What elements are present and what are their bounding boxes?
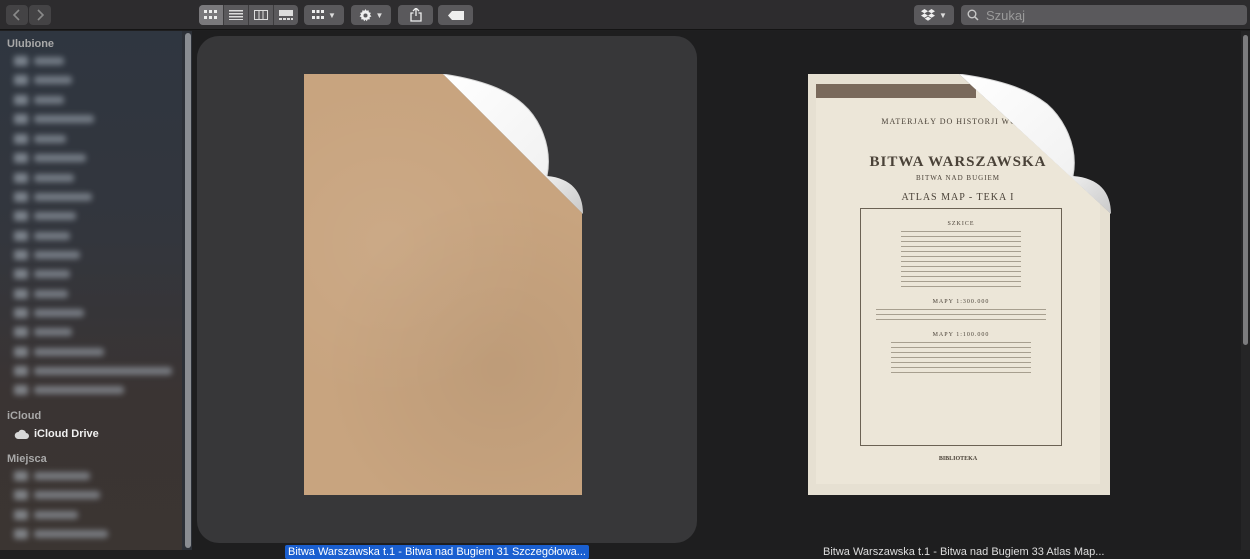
sidebar-item[interactable] [14,507,78,523]
grid-icon [204,10,217,19]
cover-box-heading: SZKICE [947,221,975,227]
page-curl-icon [443,74,583,214]
cloud-icon [14,429,29,439]
cover-contents-box: SZKICE MAPY 1:300.000 MAPY 1:100.000 [860,208,1062,446]
chevron-right-icon [37,9,45,21]
sidebar-item[interactable] [14,53,64,69]
dropbox-icon [921,9,936,21]
sidebar-heading-favorites: Ulubione [7,38,55,50]
tag-icon [447,10,464,20]
chevron-down-icon: ▼ [328,10,336,20]
sidebar-item[interactable] [14,286,68,302]
sidebar-item-label: iCloud Drive [34,428,99,440]
main-scrollbar[interactable] [1243,35,1248,345]
chevron-down-icon: ▼ [939,10,947,20]
group-grid-icon [312,10,325,19]
sidebar-item[interactable] [14,468,90,484]
sidebar-item[interactable] [14,131,66,147]
list-view-button[interactable] [224,5,249,25]
search-input[interactable] [984,6,1238,24]
search-icon [967,9,979,21]
forward-button[interactable] [29,5,51,25]
sidebar-item[interactable] [14,247,80,263]
sidebar-item[interactable] [14,324,72,340]
sidebar-item[interactable] [14,266,70,282]
sidebar-item[interactable] [14,228,70,244]
action-button[interactable]: ▼ [351,5,391,25]
gallery-view-button[interactable] [274,5,298,25]
group-button[interactable]: ▼ [304,5,344,25]
dropbox-button[interactable]: ▼ [914,5,954,25]
file-name-label[interactable]: Bitwa Warszawska t.1 - Bitwa nad Bugiem … [820,545,1107,559]
sidebar-heading-places: Miejsca [7,453,47,465]
file-name-label[interactable]: Bitwa Warszawska t.1 - Bitwa nad Bugiem … [285,545,589,559]
sidebar-item[interactable] [14,72,72,88]
sidebar-item[interactable] [14,111,94,127]
sidebar-item[interactable] [14,189,92,205]
page-curl-icon [959,74,1111,214]
sidebar-item[interactable] [14,487,100,503]
sidebar-item[interactable] [14,382,124,398]
sidebar-item[interactable] [14,92,64,108]
cover-box-heading: MAPY 1:300.000 [932,299,990,305]
sidebar-item[interactable] [14,170,74,186]
sidebar-item[interactable] [14,344,104,360]
sidebar-item[interactable] [14,150,86,166]
sidebar-item[interactable] [14,208,76,224]
view-mode-selector [199,5,298,25]
columns-icon [254,10,268,20]
sidebar-heading-icloud: iCloud [7,410,42,422]
sidebar-scrollbar[interactable] [185,33,191,548]
column-view-button[interactable] [249,5,274,25]
share-button[interactable] [398,5,433,25]
sidebar-item[interactable] [14,305,84,321]
sidebar-item[interactable] [14,363,172,379]
gear-icon [359,8,371,21]
list-icon [229,10,243,20]
chevron-left-icon [12,9,20,21]
sidebar-item[interactable] [14,526,108,542]
search-field[interactable] [961,5,1247,25]
gallery-icon [279,10,293,20]
cover-stain [816,84,976,98]
back-button[interactable] [6,5,28,25]
cover-box-heading: MAPY 1:100.000 [932,332,990,338]
sidebar-item-icloud-drive[interactable]: iCloud Drive [14,426,99,442]
cover-library-stamp: BIBLIOTEKA [938,456,978,462]
sidebar: Ulubione iCloud iCloud Drive Miejsca [0,31,192,550]
file-icon-grid: MATERJAŁY DO HISTORJI WOJNY BITWA WARSZA… [192,31,1250,559]
chevron-down-icon: ▼ [375,10,384,20]
icon-view-button[interactable] [199,5,224,25]
finder-toolbar: ▼ ▼ ▼ [0,0,1250,30]
tags-button[interactable] [438,5,473,25]
share-icon [409,8,422,22]
